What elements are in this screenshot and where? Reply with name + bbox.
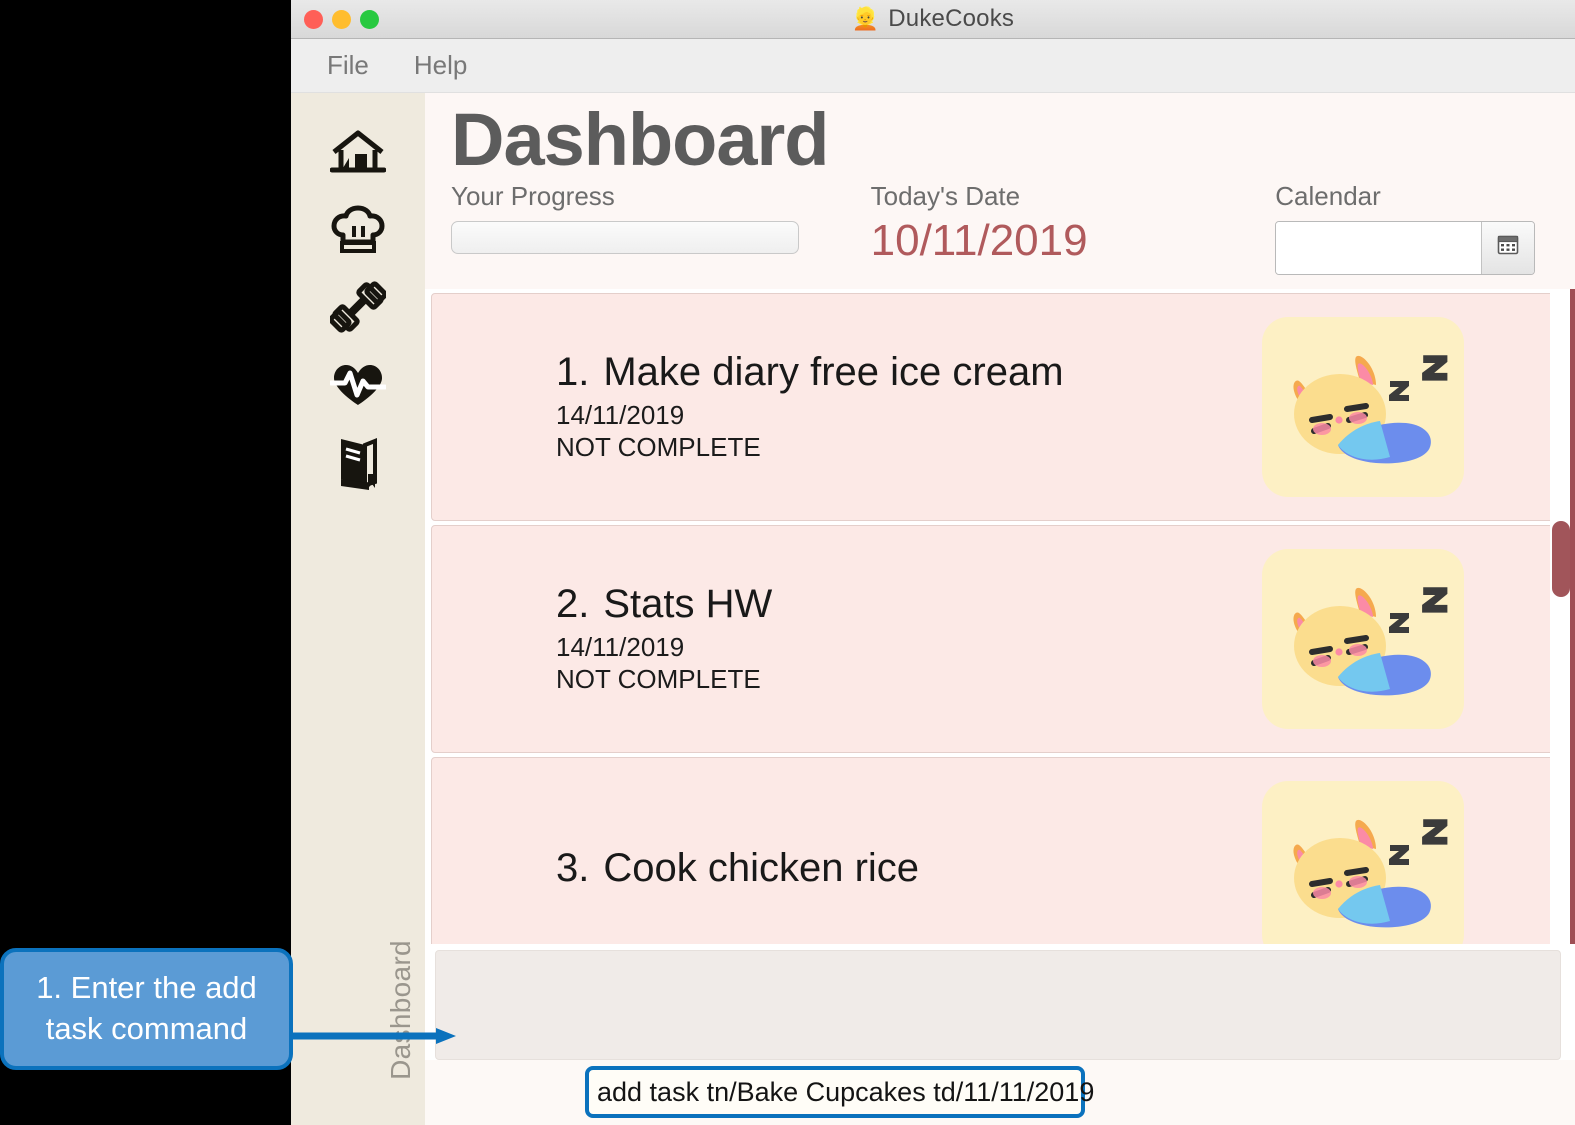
result-display-area [425,944,1575,1060]
sidebar-item-workout[interactable] [322,271,394,343]
task-status: NOT COMPLETE [556,432,761,463]
task-number: 2. [556,581,590,626]
task-status: NOT COMPLETE [556,664,761,695]
task-title: Stats HW [603,581,773,626]
task-number: 3. [556,846,590,891]
sidebar-item-health[interactable] [322,349,394,421]
task-title-line: 1. Make diary free ice cream [556,350,1262,395]
task-row[interactable]: 1. Make diary free ice cream 14/11/2019 N… [431,292,1565,521]
heartbeat-icon [330,362,386,408]
dashboard-header: Dashboard Your Progress Today's Date 10/… [425,93,1575,289]
close-window-button[interactable] [304,9,323,29]
app-window: 👱 DukeCooks File Help Dashboard Dashboar… [291,0,1575,1125]
header-stats-row: Your Progress Today's Date 10/11/2019 Ca… [425,181,1575,275]
panel-accent-border [1570,288,1575,944]
chef-hat-icon [331,204,385,254]
calendar-icon [1497,234,1519,261]
task-row[interactable]: 2. Stats HW 14/11/2019 NOT COMPLETE [431,524,1565,753]
home-icon [330,126,386,176]
sidebar-item-diary[interactable] [322,427,394,499]
window-title: DukeCooks [888,5,1015,32]
command-input-value: add task tn/Bake Cupcakes td/11/11/2019 [597,1076,1095,1107]
task-list: 1. Make diary free ice cream 14/11/2019 N… [425,288,1575,944]
menu-item-help[interactable]: Help [410,48,471,83]
sleeping-cat-icon [1278,573,1448,705]
book-icon [335,436,381,490]
calendar-picker[interactable] [1275,220,1536,275]
annotation-arrow [288,1028,456,1044]
main-content: Dashboard Your Progress Today's Date 10/… [425,93,1575,1125]
progress-group: Your Progress [451,181,871,254]
sidebar: Dashboard [291,93,425,1125]
screenshot-root: 👱 DukeCooks File Help Dashboard Dashboar… [0,0,1575,1125]
sidebar-item-dashboard[interactable] [322,115,394,187]
task-title-line: 2. Stats HW [556,582,1262,627]
window-title-group: 👱 DukeCooks [291,0,1575,38]
window-controls [304,9,379,29]
task-thumbnail [1262,316,1464,497]
task-thumbnail [1262,780,1464,944]
task-row[interactable]: 3. Cook chicken rice [431,756,1565,944]
task-date: 14/11/2019 [556,631,685,662]
sleeping-cat-icon [1278,805,1448,937]
annotation-callout: 1. Enter the add task command [0,948,293,1070]
calendar-picker-button[interactable] [1481,221,1535,274]
vertical-tab-dashboard[interactable]: Dashboard [379,910,423,1110]
calendar-label: Calendar [1275,180,1381,211]
scrollbar-thumb[interactable] [1552,520,1570,597]
sidebar-item-recipes[interactable] [322,193,394,265]
annotation-text: 1. Enter the add task command [36,970,257,1046]
task-thumbnail [1262,548,1464,729]
menu-item-file[interactable]: File [323,48,373,83]
sleeping-cat-icon [1278,341,1448,473]
command-input[interactable]: add task tn/Bake Cupcakes td/11/11/2019 [585,1066,1094,1118]
progress-label: Your Progress [451,180,615,211]
task-date: 14/11/2019 [556,399,685,430]
calendar-group: Calendar [1275,181,1565,275]
task-title: Make diary free ice cream [603,349,1064,394]
task-text-group: 3. Cook chicken rice [432,846,1262,895]
app-body: Dashboard Dashboard Your Progress Today'… [291,93,1575,1125]
progress-bar [451,220,799,254]
calendar-input[interactable] [1276,221,1482,274]
title-bar: 👱 DukeCooks [291,0,1575,39]
task-title-line: 3. Cook chicken rice [556,846,1262,891]
task-list-scrollbar[interactable] [1550,288,1572,944]
maximize-window-button[interactable] [360,9,379,29]
page-title: Dashboard [451,98,830,181]
minimize-window-button[interactable] [332,9,351,29]
task-text-group: 1. Make diary free ice cream 14/11/2019 N… [432,350,1262,464]
menu-bar: File Help [291,39,1575,93]
dumbbell-icon [330,280,386,334]
vertical-tab-label: Dashboard [385,940,416,1080]
result-display [435,950,1561,1060]
task-text-group: 2. Stats HW 14/11/2019 NOT COMPLETE [432,582,1262,696]
today-date-label: Today's Date [870,180,1021,211]
task-title: Cook chicken rice [603,846,920,891]
today-date-value: 10/11/2019 [870,215,1088,265]
chef-icon: 👱 [851,6,880,31]
command-area: add task tn/Bake Cupcakes td/11/11/2019 [425,1060,1575,1125]
today-date-group: Today's Date 10/11/2019 [871,181,1276,263]
task-number: 1. [556,349,590,394]
